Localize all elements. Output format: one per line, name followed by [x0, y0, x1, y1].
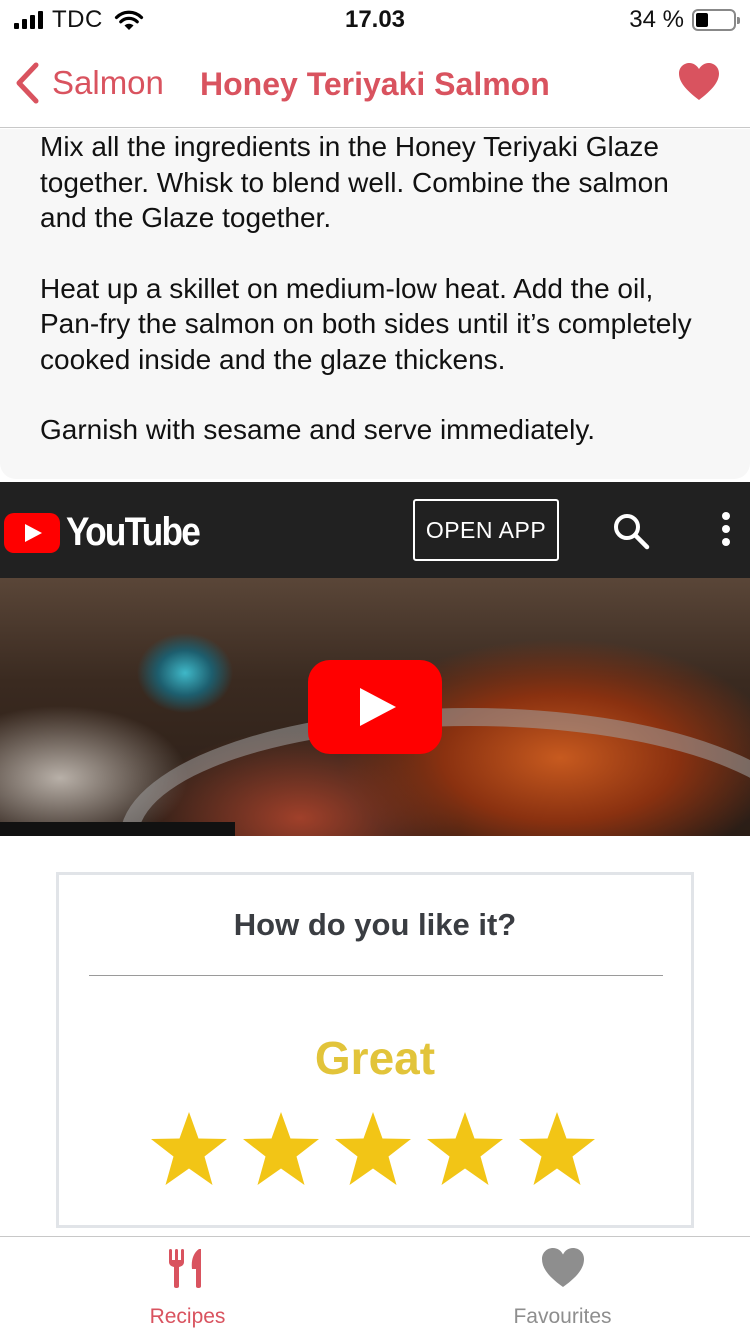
open-app-button[interactable]: OPEN APP [413, 499, 559, 561]
thumbnail-caption-strip [0, 822, 235, 836]
star-icon[interactable] [241, 1110, 321, 1188]
instruction-step: Garnish with sesame and serve immediatel… [40, 414, 596, 445]
navigation-bar: Salmon Honey Teriyaki Salmon [0, 40, 750, 128]
instructions-card: Mix all the ingredients in the Honey Ter… [0, 129, 750, 479]
youtube-embed: YouTube OPEN APP [0, 482, 750, 836]
video-thumbnail[interactable] [0, 578, 750, 836]
heart-icon [541, 1248, 584, 1287]
back-label: Salmon [52, 64, 164, 101]
rating-question: How do you like it? [233, 907, 517, 942]
battery-level [696, 13, 709, 27]
search-icon[interactable] [612, 512, 650, 550]
favourite-heart-button[interactable] [678, 62, 720, 102]
youtube-header: YouTube OPEN APP [0, 482, 750, 578]
more-options-icon[interactable] [718, 512, 734, 550]
back-button[interactable]: Salmon [14, 60, 164, 106]
tab-recipes[interactable]: Recipes [0, 1237, 375, 1334]
divider [89, 975, 663, 976]
status-bar: TDC 17.03 34 % [0, 0, 750, 40]
star-icon[interactable] [149, 1110, 229, 1188]
star-icon[interactable] [425, 1110, 505, 1188]
status-right: 34 % [629, 6, 740, 34]
battery-percent: 34 % [629, 6, 684, 33]
tab-bar: Recipes Favourites [0, 1236, 750, 1334]
page-title: Honey Teriyaki Salmon [200, 66, 550, 102]
tab-label: Recipes [149, 1305, 226, 1328]
play-button-icon[interactable] [308, 660, 442, 754]
fork-knife-icon [168, 1249, 201, 1288]
chevron-left-icon [16, 62, 39, 104]
star-icon[interactable] [517, 1110, 597, 1188]
youtube-play-logo-icon [4, 512, 60, 553]
rating-card: How do you like it? Great [56, 872, 694, 1228]
instruction-step: Mix all the ingredients in the Honey Ter… [40, 131, 669, 233]
tab-label: Favourites [513, 1305, 612, 1328]
star-icon[interactable] [333, 1110, 413, 1188]
instruction-step: Heat up a skillet on medium-low heat. Ad… [40, 272, 692, 375]
star-rating [149, 1110, 597, 1188]
battery-icon [692, 9, 740, 31]
youtube-logo[interactable]: YouTube [4, 510, 217, 555]
tab-favourites[interactable]: Favourites [375, 1237, 750, 1334]
rating-word: Great [314, 1032, 436, 1084]
youtube-logo-text: YouTube [66, 510, 201, 554]
